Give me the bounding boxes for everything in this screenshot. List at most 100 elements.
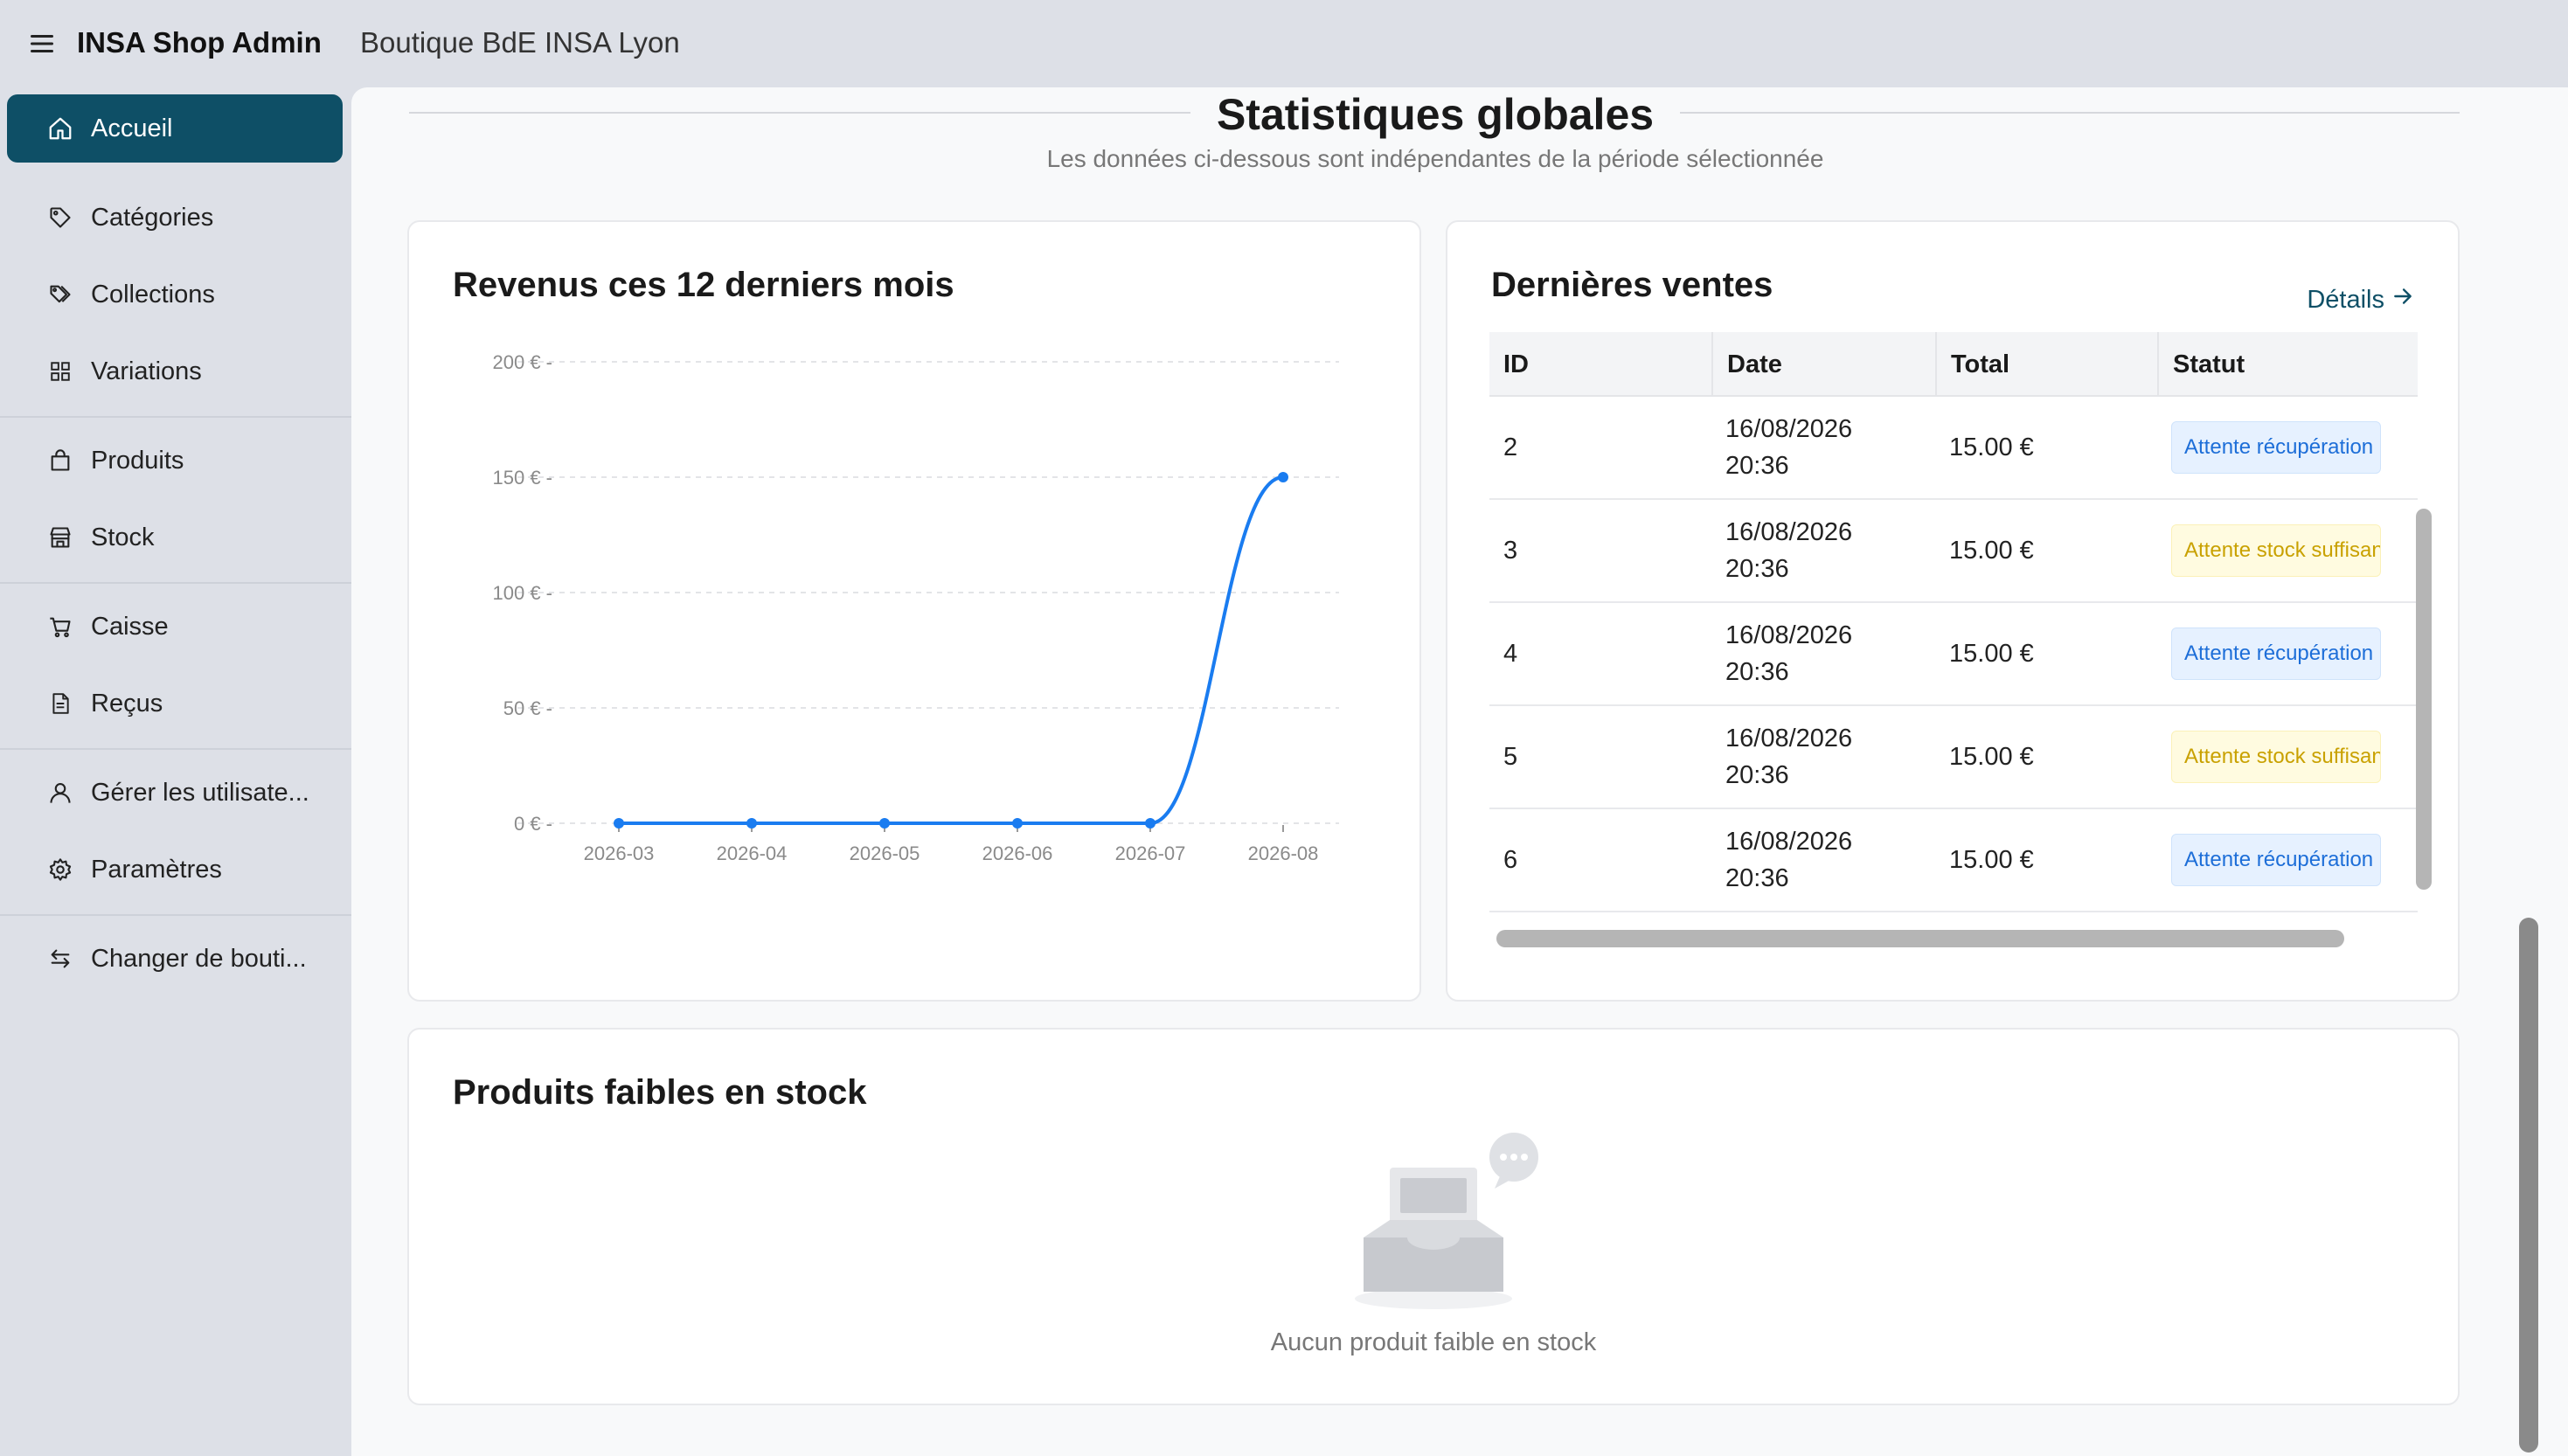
cell-id: 2 xyxy=(1503,433,1518,461)
switch-icon xyxy=(45,944,75,974)
sidebar-item-label: Reçus xyxy=(91,689,163,718)
table-row[interactable]: 6 16/08/2026 20:36 15.00 € Attente récup… xyxy=(1489,809,2418,912)
sidebar-divider xyxy=(0,914,351,916)
cell-date: 16/08/2026 20:36 xyxy=(1711,397,1852,498)
recent-sales-card: Dernières ventes Détails ID Date Total S… xyxy=(1446,220,2460,1002)
column-header-id[interactable]: ID xyxy=(1489,332,1711,397)
cell-total: 15.00 € xyxy=(1949,433,2034,461)
table-row[interactable]: 5 16/08/2026 20:36 15.00 € Attente stock… xyxy=(1489,706,2418,809)
sidebar-divider xyxy=(0,582,351,584)
x-tick-label: 2026-04 xyxy=(717,842,788,864)
section-subtitle: Les données ci-dessous sont indépendante… xyxy=(1046,145,1824,172)
cell-date-time: 20:36 xyxy=(1725,658,1789,686)
x-tick-label: 2026-08 xyxy=(1248,842,1319,864)
column-header-total[interactable]: Total xyxy=(1935,332,2157,397)
user-icon xyxy=(45,778,75,808)
sidebar-divider xyxy=(0,416,351,418)
revenue-line-chart: 200 € - 150 € - 100 € - 50 € - 0 € - 2026-03 2… xyxy=(493,351,1339,864)
x-tick-label: 2026-07 xyxy=(1115,842,1186,864)
revenue-data-point xyxy=(1012,818,1023,829)
sidebar-item-label: Changer de bouti... xyxy=(91,944,307,973)
sidebar-item-change-shop[interactable]: Changer de bouti... xyxy=(7,925,343,993)
cell-id: 5 xyxy=(1503,743,1518,771)
sidebar-divider xyxy=(0,748,351,750)
cell-status: Attente récupération xyxy=(2157,809,2381,911)
store-icon xyxy=(45,523,75,552)
shopping-bag-icon xyxy=(45,446,75,475)
revenue-data-point xyxy=(614,818,624,829)
sidebar-item-users[interactable]: Gérer les utilisate... xyxy=(7,759,343,827)
empty-inbox-icon xyxy=(1355,1133,1538,1309)
receipt-icon xyxy=(45,689,75,718)
cell-total: 15.00 € xyxy=(1949,743,2034,771)
cart-icon xyxy=(45,612,75,641)
table-row[interactable]: 3 16/08/2026 20:36 15.00 € Attente stock… xyxy=(1489,500,2418,603)
section-title: Statistiques globales xyxy=(351,89,2519,140)
revenue-data-point xyxy=(879,818,890,829)
table-row[interactable]: 2 16/08/2026 20:36 15.00 € Attente récup… xyxy=(1489,397,2418,500)
y-tick-label: 200 € - xyxy=(493,351,553,373)
sidebar-item-collections[interactable]: Collections xyxy=(7,260,343,329)
sidebar-item-accueil[interactable]: Accueil xyxy=(7,94,343,163)
gear-icon xyxy=(45,855,75,884)
cell-date: 16/08/2026 20:36 xyxy=(1711,500,1852,601)
table-row[interactable]: 4 16/08/2026 20:36 15.00 € Attente récup… xyxy=(1489,603,2418,706)
cell-id: 6 xyxy=(1503,846,1518,874)
status-badge: Attente récupération xyxy=(2171,421,2381,474)
cell-status: Attente stock suffisant xyxy=(2157,706,2381,808)
sidebar-item-variations[interactable]: Variations xyxy=(7,337,343,406)
y-tick-label: 100 € - xyxy=(493,582,553,604)
sidebar-item-label: Caisse xyxy=(91,612,169,641)
table-vertical-scrollbar[interactable] xyxy=(2416,509,2432,890)
recent-sales-title: Dernières ventes xyxy=(1491,266,1773,304)
cell-date-day: 16/08/2026 xyxy=(1725,518,1853,546)
cell-date-day: 16/08/2026 xyxy=(1725,828,1853,856)
sidebar-item-label: Paramètres xyxy=(91,855,222,884)
sidebar-item-label: Gérer les utilisate... xyxy=(91,778,309,807)
cell-status: Attente récupération xyxy=(2157,603,2381,704)
revenue-card: Revenus ces 12 derniers mois 200 € -150 … xyxy=(407,220,1421,1002)
revenue-data-point xyxy=(1145,818,1156,829)
sidebar-item-recus[interactable]: Reçus xyxy=(7,669,343,738)
sidebar: Accueil Catégories Collections Variation… xyxy=(0,87,351,1456)
main-content: Statistiques globales Les données ci-des… xyxy=(351,87,2519,1456)
column-header-status[interactable]: Statut xyxy=(2157,332,2418,397)
status-badge: Attente stock suffisant xyxy=(2171,731,2381,783)
table-horizontal-scrollbar[interactable] xyxy=(1496,930,2344,947)
hamburger-menu-icon[interactable] xyxy=(26,28,58,59)
sidebar-item-produits[interactable]: Produits xyxy=(7,426,343,495)
sidebar-item-stock[interactable]: Stock xyxy=(7,503,343,572)
tags-icon xyxy=(45,280,75,309)
arrow-right-icon xyxy=(2391,285,2414,315)
sidebar-item-label: Produits xyxy=(91,446,184,475)
status-badge: Attente récupération xyxy=(2171,627,2381,680)
cell-date-time: 20:36 xyxy=(1725,452,1789,480)
cell-id: 3 xyxy=(1503,537,1518,565)
cell-date: 16/08/2026 20:36 xyxy=(1711,603,1852,704)
sidebar-item-caisse[interactable]: Caisse xyxy=(7,593,343,661)
revenue-data-point xyxy=(746,818,757,829)
x-tick-label: 2026-03 xyxy=(584,842,655,864)
sidebar-item-parametres[interactable]: Paramètres xyxy=(7,835,343,904)
y-tick-label: 0 € - xyxy=(514,813,552,835)
sales-table: ID Date Total Statut 2 16/08/2026 20:36 … xyxy=(1489,332,2418,954)
cell-total: 15.00 € xyxy=(1949,640,2034,668)
section-title-text: Statistiques globales xyxy=(1190,90,1681,139)
x-tick-label: 2026-05 xyxy=(850,842,920,864)
grid-icon xyxy=(45,357,75,386)
table-header: ID Date Total Statut xyxy=(1489,332,2418,397)
sidebar-item-categories[interactable]: Catégories xyxy=(7,184,343,252)
cell-date: 16/08/2026 20:36 xyxy=(1711,706,1852,808)
cell-total: 15.00 € xyxy=(1949,846,2034,874)
sidebar-item-label: Catégories xyxy=(91,203,214,232)
column-header-date[interactable]: Date xyxy=(1711,332,1935,397)
page-scrollbar-thumb[interactable] xyxy=(2519,918,2538,1453)
tag-icon xyxy=(45,203,75,232)
cell-date-time: 20:36 xyxy=(1725,761,1789,789)
details-link[interactable]: Détails xyxy=(2307,285,2414,315)
cell-date-time: 20:36 xyxy=(1725,555,1789,583)
sidebar-item-label: Stock xyxy=(91,523,155,551)
app-title: INSA Shop Admin xyxy=(77,26,322,59)
low-stock-card: Produits faibles en stock Aucun produit … xyxy=(407,1028,2460,1405)
revenue-data-point xyxy=(1278,472,1288,482)
